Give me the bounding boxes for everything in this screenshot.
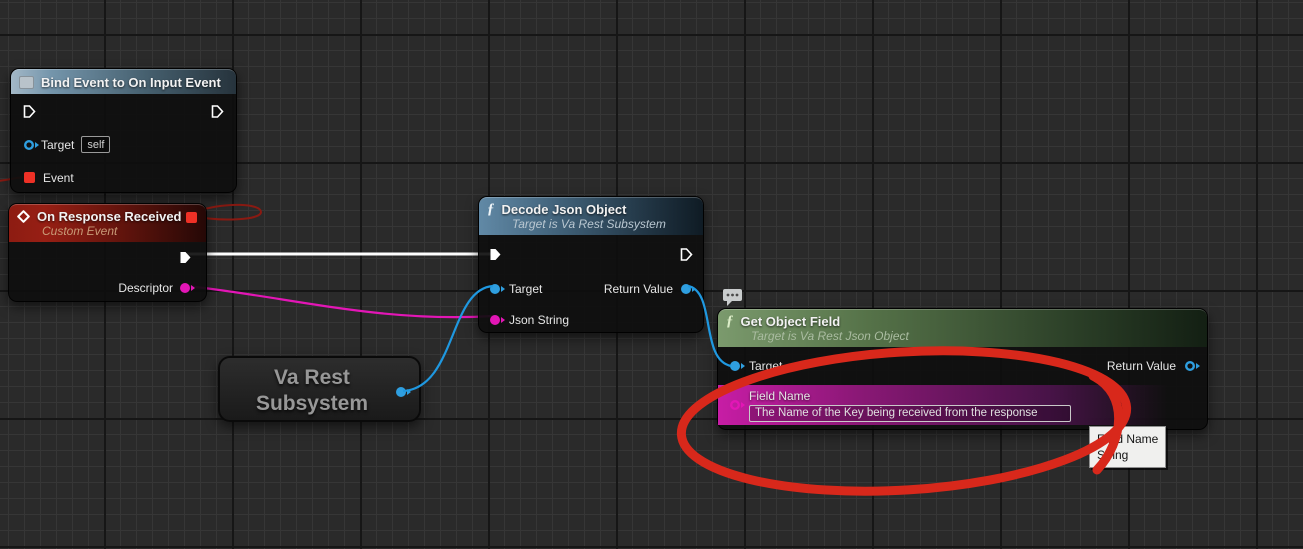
wire-descriptor-jsonstring[interactable] xyxy=(187,286,493,317)
bind-event-icon xyxy=(19,76,34,89)
pin-label: Return Value xyxy=(604,282,673,296)
node-bind-event[interactable]: Bind Event to On Input Event Target self… xyxy=(10,68,237,193)
exec-out-pin[interactable] xyxy=(679,247,694,262)
subsystem-output-pin[interactable] xyxy=(396,387,406,397)
node-header: ƒ Decode Json Object Target is Va Rest S… xyxy=(479,197,703,235)
node-header: ƒ Get Object Field Target is Va Rest Jso… xyxy=(718,309,1207,347)
tooltip-pin-type: String xyxy=(1097,447,1158,463)
node-on-response-received[interactable]: On Response Received Custom Event Descri… xyxy=(8,203,207,302)
node-header: Bind Event to On Input Event xyxy=(11,69,236,94)
event-delegate-pin[interactable] xyxy=(24,172,35,183)
pin-label: Target xyxy=(749,359,782,373)
node-subtitle: Target is Va Rest Json Object xyxy=(751,329,1199,343)
node-title: On Response Received xyxy=(37,209,182,224)
custom-event-icon xyxy=(17,210,30,223)
target-pin[interactable] xyxy=(730,361,740,371)
field-name-pin[interactable] xyxy=(730,400,740,410)
pin-label: Event xyxy=(43,171,74,185)
exec-out-pin[interactable] xyxy=(210,104,225,119)
node-va-rest-subsystem[interactable]: Va Rest Subsystem xyxy=(218,356,421,422)
exec-in-pin[interactable] xyxy=(22,104,37,119)
descriptor-pin[interactable] xyxy=(180,283,190,293)
pin-tooltip: Field Name String xyxy=(1089,426,1166,468)
pin-label: Target xyxy=(509,282,542,296)
comment-bubble-icon[interactable] xyxy=(722,288,746,307)
node-subtitle: Target is Va Rest Subsystem xyxy=(512,217,695,231)
pin-label: Field Name xyxy=(749,389,1071,403)
function-icon: ƒ xyxy=(487,202,495,217)
pin-label: Json String xyxy=(509,313,569,327)
target-pin[interactable] xyxy=(490,284,500,294)
return-value-pin[interactable] xyxy=(681,284,691,294)
function-icon: ƒ xyxy=(726,314,734,329)
exec-out-pin[interactable] xyxy=(178,250,193,265)
field-name-input[interactable] xyxy=(749,405,1071,422)
field-name-pin-row: Field Name xyxy=(718,385,1207,425)
json-string-pin[interactable] xyxy=(490,315,500,325)
return-value-pin[interactable] xyxy=(1185,361,1195,371)
output-delegate-pin[interactable] xyxy=(186,212,197,223)
target-default-value[interactable]: self xyxy=(81,136,110,153)
target-pin[interactable] xyxy=(24,140,34,150)
node-title: Decode Json Object xyxy=(502,202,627,217)
node-title: Va Rest Subsystem xyxy=(242,365,382,416)
exec-in-pin[interactable] xyxy=(488,247,503,262)
blueprint-graph-canvas[interactable]: Bind Event to On Input Event Target self… xyxy=(0,0,1303,549)
pin-label: Return Value xyxy=(1107,359,1176,373)
pin-label: Target xyxy=(41,138,74,152)
pin-label: Descriptor xyxy=(118,281,173,295)
tooltip-pin-name: Field Name xyxy=(1097,431,1158,447)
node-title: Bind Event to On Input Event xyxy=(41,75,221,90)
node-header: On Response Received Custom Event xyxy=(9,204,206,242)
node-get-object-field[interactable]: ƒ Get Object Field Target is Va Rest Jso… xyxy=(717,308,1208,430)
node-subtitle: Custom Event xyxy=(42,224,198,238)
node-title: Get Object Field xyxy=(741,314,841,329)
node-decode-json-object[interactable]: ƒ Decode Json Object Target is Va Rest S… xyxy=(478,196,704,333)
